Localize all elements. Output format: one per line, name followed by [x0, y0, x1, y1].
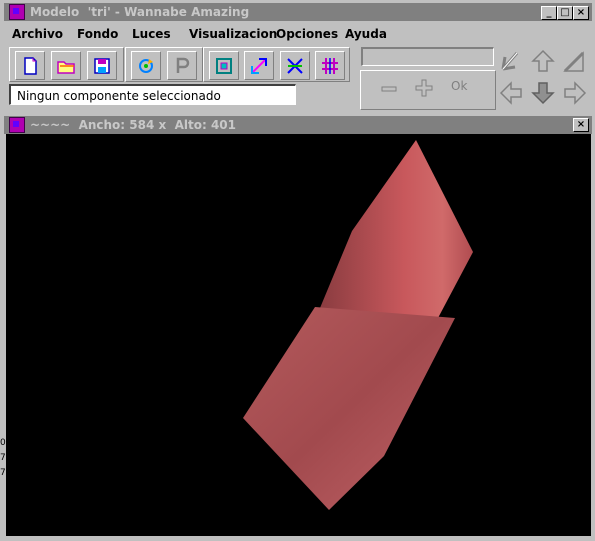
open-file-button[interactable]	[51, 51, 81, 80]
translate-xyz-icon	[287, 58, 303, 74]
edge-text: 0	[0, 438, 6, 448]
transform-toolbar	[203, 47, 350, 82]
save-file-button[interactable]	[87, 51, 117, 80]
main-title-bar[interactable]: Modelo 'tri' - Wannabe Amazing _ □ ×	[4, 3, 592, 21]
viewport-close-button[interactable]: ×	[573, 118, 589, 132]
frame-icon	[216, 58, 232, 74]
view-toolbar	[125, 47, 203, 82]
minimize-button[interactable]: _	[541, 6, 557, 20]
up-left-arrow-button[interactable]	[499, 49, 525, 73]
left-arrow-icon	[499, 81, 522, 105]
up-right-arrow-icon	[563, 51, 585, 73]
model-render	[243, 140, 473, 510]
menu-ayuda[interactable]: Ayuda	[345, 27, 387, 41]
maximize-button[interactable]: □	[557, 6, 573, 20]
up-arrow-icon	[531, 49, 555, 72]
close-button[interactable]: ×	[573, 6, 589, 20]
minus-icon[interactable]	[381, 81, 397, 97]
background-window-fragment: 0 7 7	[0, 436, 6, 506]
navigation-pad	[497, 47, 591, 109]
translate-button[interactable]	[280, 51, 310, 80]
open-folder-icon	[57, 61, 75, 74]
edge-text: 7	[0, 453, 6, 463]
scale-icon	[251, 58, 267, 74]
up-left-arrow-icon	[501, 52, 519, 71]
upper-face	[320, 140, 473, 318]
menu-visualizacion[interactable]: Visualizacion	[189, 27, 277, 41]
perspective-button[interactable]	[167, 51, 197, 80]
viewport-title: ~~~~ Ancho: 584 x Alto: 401	[30, 118, 237, 132]
lower-face	[243, 307, 455, 510]
down-arrow-icon	[531, 82, 555, 105]
app-icon	[9, 4, 25, 20]
new-file-button[interactable]	[15, 51, 45, 80]
viewport-title-bar[interactable]: ~~~~ Ancho: 584 x Alto: 401 ×	[4, 116, 592, 134]
menu-luces[interactable]: Luces	[132, 27, 171, 41]
right-arrow-icon	[564, 81, 587, 105]
render-viewport[interactable]	[6, 134, 591, 536]
status-field: Ningun componente seleccionado	[9, 84, 296, 105]
rotate-icon	[139, 59, 153, 73]
file-toolbar	[9, 47, 124, 82]
menu-archivo[interactable]: Archivo	[12, 27, 63, 41]
up-right-arrow-button[interactable]	[561, 49, 587, 73]
right-arrow-button[interactable]	[561, 81, 587, 105]
ok-button[interactable]: Ok	[451, 79, 467, 93]
plus-icon[interactable]	[415, 79, 433, 97]
grid-button[interactable]	[315, 51, 345, 80]
component-value-input[interactable]	[361, 47, 494, 66]
edge-text: 7	[0, 468, 6, 478]
value-control-panel: Ok	[360, 70, 496, 110]
menu-opciones[interactable]: Opciones	[276, 27, 338, 41]
left-arrow-button[interactable]	[499, 81, 525, 105]
save-icon	[94, 58, 110, 74]
rotate-button[interactable]	[131, 51, 161, 80]
perspective-p-icon	[176, 57, 190, 73]
up-arrow-button[interactable]	[530, 49, 556, 73]
down-arrow-button[interactable]	[530, 81, 556, 105]
viewport-icon	[9, 117, 25, 133]
frame-button[interactable]	[209, 51, 239, 80]
new-file-icon	[24, 57, 37, 75]
scale-button[interactable]	[244, 51, 274, 80]
menu-fondo[interactable]: Fondo	[77, 27, 118, 41]
menu-bar: Archivo Fondo Luces Visualizacion Opcion…	[4, 24, 592, 44]
window-title: Modelo 'tri' - Wannabe Amazing	[30, 5, 250, 19]
grid-icon	[322, 58, 338, 74]
